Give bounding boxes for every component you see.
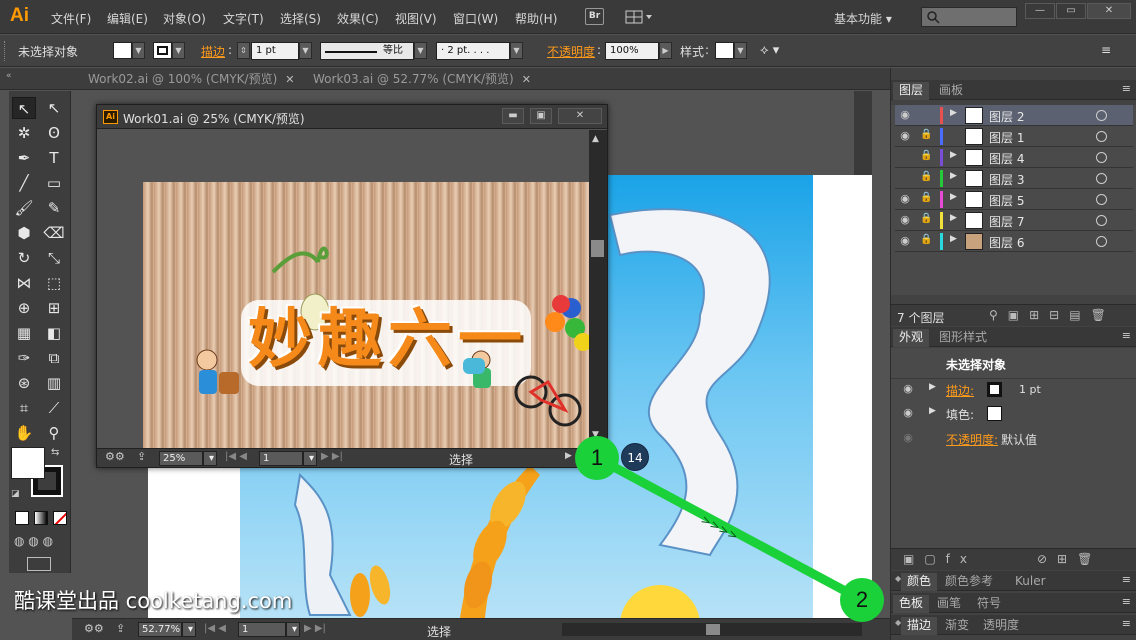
step-marker-2: 2 (840, 578, 884, 622)
fill-color-swatch[interactable] (11, 447, 45, 479)
watermark-text: 酷课堂出品 coolketang.com (14, 589, 293, 613)
step-marker-1: 1 (575, 436, 619, 480)
drag-direction-arrows: >>>> (699, 512, 741, 543)
drag-path-overlay: >>>> (592, 453, 867, 605)
step-count-badge: 14 (621, 443, 649, 471)
